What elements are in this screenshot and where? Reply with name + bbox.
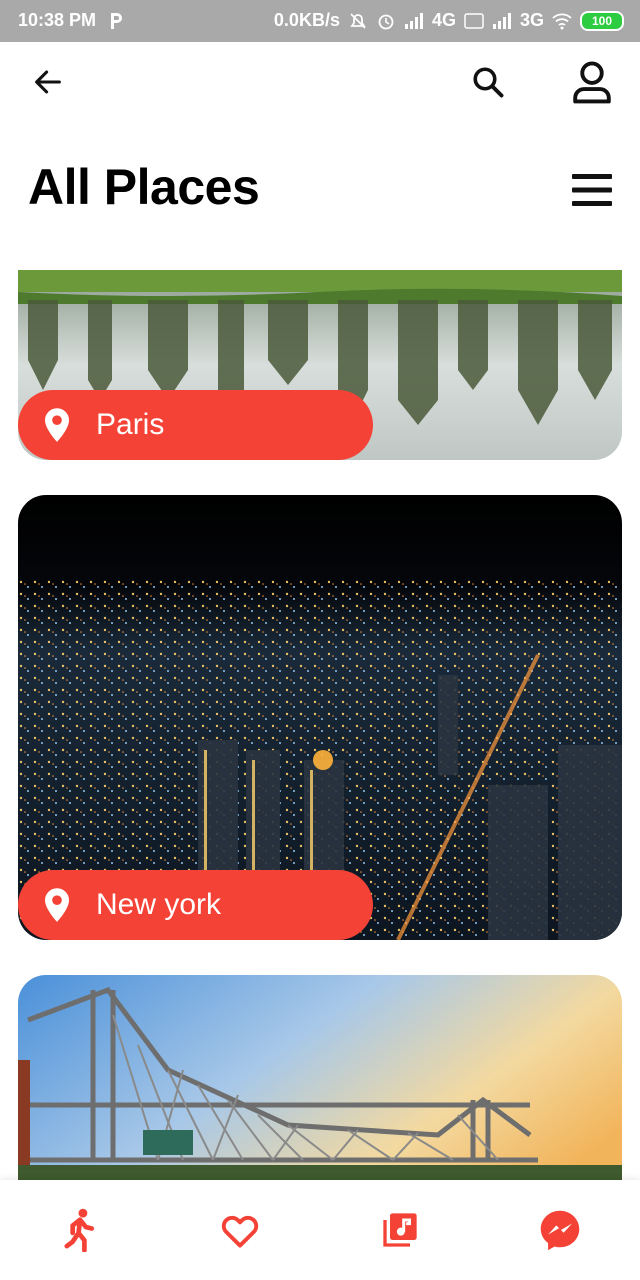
- page-title: All Places: [28, 159, 260, 215]
- nav-explore-button[interactable]: [56, 1206, 104, 1254]
- signal-icon-2: [492, 12, 511, 29]
- search-icon: [473, 67, 504, 98]
- bottom-navigation: [0, 1180, 640, 1280]
- arrow-left-icon: [35, 70, 61, 94]
- nav-favorites-button[interactable]: [216, 1206, 264, 1254]
- places-list[interactable]: Paris New york: [0, 270, 640, 1180]
- profile-button[interactable]: [568, 58, 616, 106]
- place-card-new-york[interactable]: New york: [18, 495, 622, 940]
- messenger-icon: [540, 1210, 580, 1251]
- location-label-new-york: New york: [18, 870, 373, 940]
- network-type-2: 3G: [519, 10, 544, 30]
- user-icon: [573, 61, 611, 104]
- place-card-paris[interactable]: Paris: [18, 270, 622, 460]
- top-app-bar: [0, 42, 640, 122]
- status-bar: 10:38 PM 0.0KB/s 4G 3G 100: [0, 0, 640, 42]
- heart-icon: [221, 1215, 259, 1248]
- location-pin-icon: [45, 408, 69, 442]
- signal-icon: [404, 12, 423, 29]
- status-time: 10:38 PM: [18, 10, 97, 30]
- alarm-icon: [378, 14, 394, 29]
- network-type-1: 4G: [431, 10, 456, 30]
- back-button[interactable]: [24, 58, 72, 106]
- music-library-icon: [383, 1213, 417, 1247]
- walking-person-icon: [64, 1208, 95, 1252]
- menu-button[interactable]: [568, 166, 616, 214]
- place-name-paris: Paris: [96, 408, 165, 441]
- location-pin-icon: [45, 888, 69, 922]
- mute-bell-icon: [350, 12, 366, 29]
- nav-messages-button[interactable]: [536, 1206, 584, 1254]
- location-label-paris: Paris: [18, 390, 373, 460]
- battery-indicator: 100: [580, 10, 624, 31]
- hamburger-menu-icon: [572, 174, 612, 206]
- volte-icon: [464, 12, 484, 29]
- parking-icon: [111, 12, 123, 29]
- network-speed: 0.0KB/s: [273, 10, 340, 30]
- place-name-new-york: New york: [96, 888, 222, 921]
- nav-media-button[interactable]: [376, 1206, 424, 1254]
- battery-level: 100: [591, 13, 613, 28]
- wifi-icon: [552, 13, 572, 29]
- search-button[interactable]: [464, 58, 512, 106]
- place-card-bridge[interactable]: [18, 975, 622, 1180]
- place-image-bridge: [18, 975, 622, 1180]
